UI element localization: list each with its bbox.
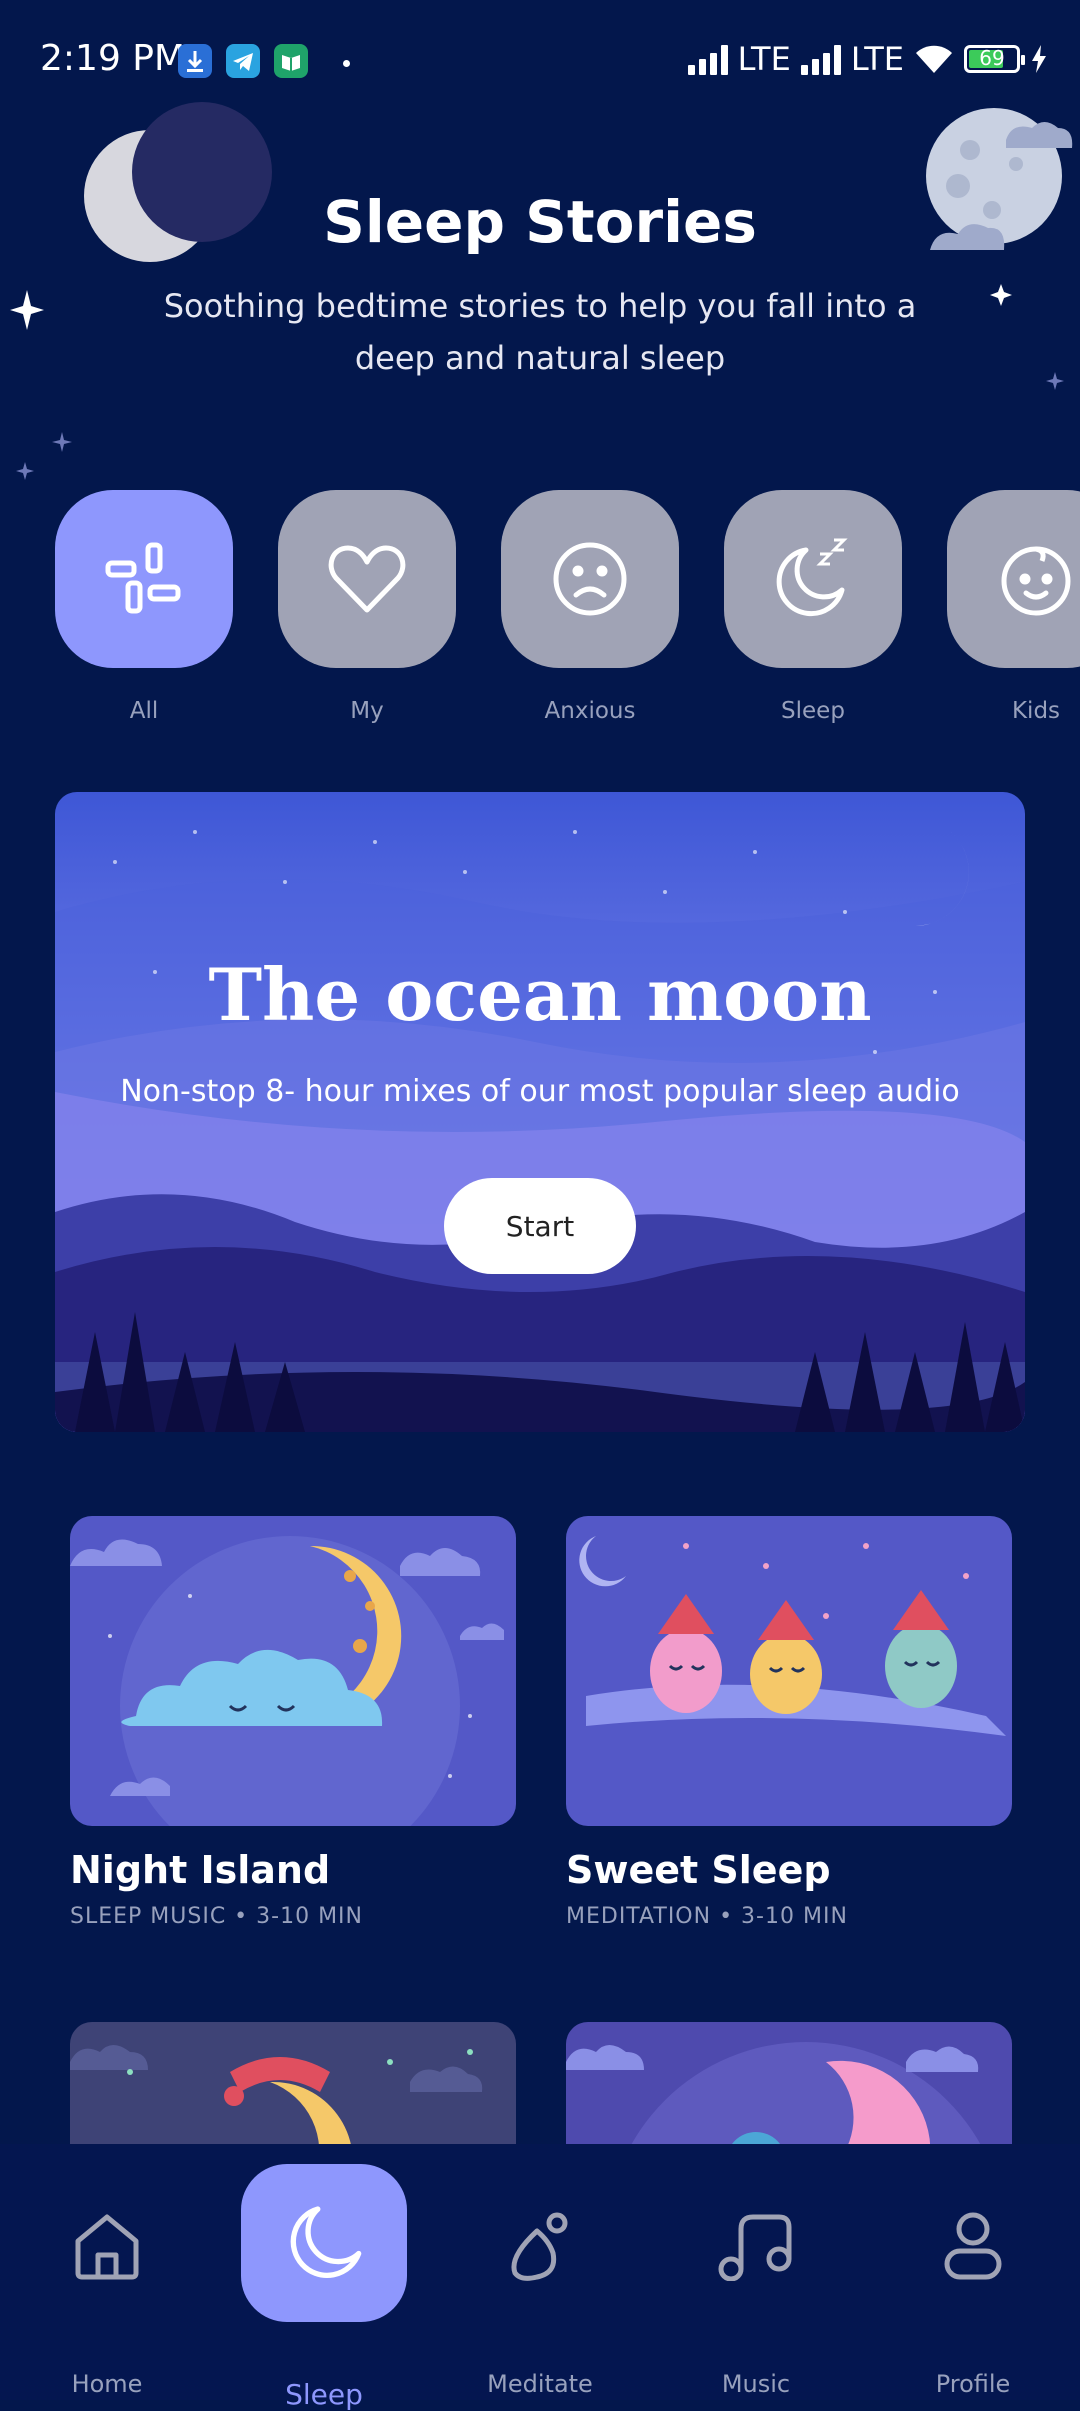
telegram-icon	[226, 44, 260, 78]
nav-label: Sleep	[285, 2378, 363, 2411]
heart-icon	[328, 545, 406, 613]
nav-label: Home	[71, 2370, 143, 2398]
page-title: Sleep Stories	[323, 188, 757, 256]
signal-icon	[800, 43, 841, 75]
battery-icon: 69	[964, 45, 1025, 73]
nav-music[interactable]: Music	[666, 2144, 846, 2400]
category-all[interactable]: All	[55, 490, 233, 724]
nav-label: Meditate	[487, 2370, 593, 2398]
story-title: Sweet Sleep	[566, 1848, 831, 1892]
network-label-1: LTE	[737, 40, 791, 78]
sad-face-icon	[553, 542, 627, 616]
featured-subtitle: Non-stop 8- hour mixes of our most popul…	[120, 1074, 960, 1109]
signal-icon	[687, 43, 728, 75]
category-my-button[interactable]	[278, 490, 456, 668]
download-icon	[178, 44, 212, 78]
nav-home[interactable]: Home	[17, 2144, 197, 2400]
sparkle-decoration	[990, 284, 1012, 306]
category-label: Anxious	[544, 698, 636, 724]
moon-zzz-icon	[776, 538, 848, 617]
sparkle-decoration	[16, 462, 34, 480]
page-subtitle: Soothing bedtime stories to help you fal…	[163, 287, 917, 377]
featured-banner[interactable]: The ocean moon Non-stop 8- hour mixes of…	[55, 792, 1025, 1432]
bottom-navigation: Home Sleep Meditate Music Profile	[0, 2144, 1080, 2411]
music-icon	[716, 2206, 796, 2286]
sparkle-decoration	[1046, 372, 1064, 390]
category-label: All	[129, 698, 159, 724]
status-indicators: LTE LTE 69	[687, 40, 1048, 78]
notification-dot	[343, 60, 350, 67]
story-card-sweet-sleep[interactable]: Sweet Sleep MEDITATION • 3-10 MIN	[566, 1516, 1012, 1929]
nav-profile[interactable]: Profile	[883, 2144, 1063, 2400]
category-label: Sleep	[781, 698, 845, 724]
nav-label: Music	[721, 2370, 791, 2398]
category-label: My	[350, 698, 384, 724]
category-list: All My Anxious Sleep Kids	[55, 490, 1080, 724]
start-button[interactable]: Start	[444, 1178, 636, 1274]
night-landscape-illustration	[55, 792, 1025, 1432]
story-title: Night Island	[70, 1848, 331, 1892]
category-sleep[interactable]: Sleep	[724, 490, 902, 724]
story-card-night-island[interactable]: Night Island SLEEP MUSIC • 3-10 MIN	[70, 1516, 516, 1929]
category-kids-button[interactable]	[947, 490, 1080, 668]
sparkle-decoration	[10, 290, 44, 330]
sparkle-decoration	[52, 432, 72, 452]
featured-title: The ocean moon	[208, 952, 872, 1037]
moon-icon	[284, 2202, 364, 2282]
story-card-image[interactable]	[566, 1516, 1012, 1826]
wifi-icon	[916, 45, 952, 73]
category-kids[interactable]: Kids	[947, 490, 1080, 724]
profile-icon	[933, 2206, 1013, 2286]
charging-icon	[1032, 45, 1046, 73]
sleeping-owls-illustration	[566, 1516, 1012, 1826]
baby-face-icon	[1001, 546, 1071, 616]
story-card-image[interactable]	[70, 1516, 516, 1826]
book-app-icon	[274, 44, 308, 78]
meditate-icon	[500, 2206, 580, 2286]
nav-meditate[interactable]: Meditate	[450, 2144, 630, 2400]
status-app-icons	[178, 44, 308, 78]
home-icon	[67, 2206, 147, 2286]
status-time: 2:19 PM	[40, 38, 186, 79]
nav-label: Profile	[935, 2370, 1011, 2398]
category-all-button[interactable]	[55, 490, 233, 668]
category-sleep-button[interactable]	[724, 490, 902, 668]
grid-icon	[105, 542, 181, 614]
category-my[interactable]: My	[278, 490, 456, 724]
sleeping-cloud-illustration	[70, 1516, 516, 1826]
story-meta: MEDITATION • 3-10 MIN	[566, 1904, 848, 1929]
category-anxious[interactable]: Anxious	[501, 490, 679, 724]
category-anxious-button[interactable]	[501, 490, 679, 668]
category-label: Kids	[1011, 698, 1061, 724]
story-meta: SLEEP MUSIC • 3-10 MIN	[70, 1904, 363, 1929]
network-label-2: LTE	[850, 40, 904, 78]
nav-sleep[interactable]: Sleep	[234, 2144, 414, 2411]
